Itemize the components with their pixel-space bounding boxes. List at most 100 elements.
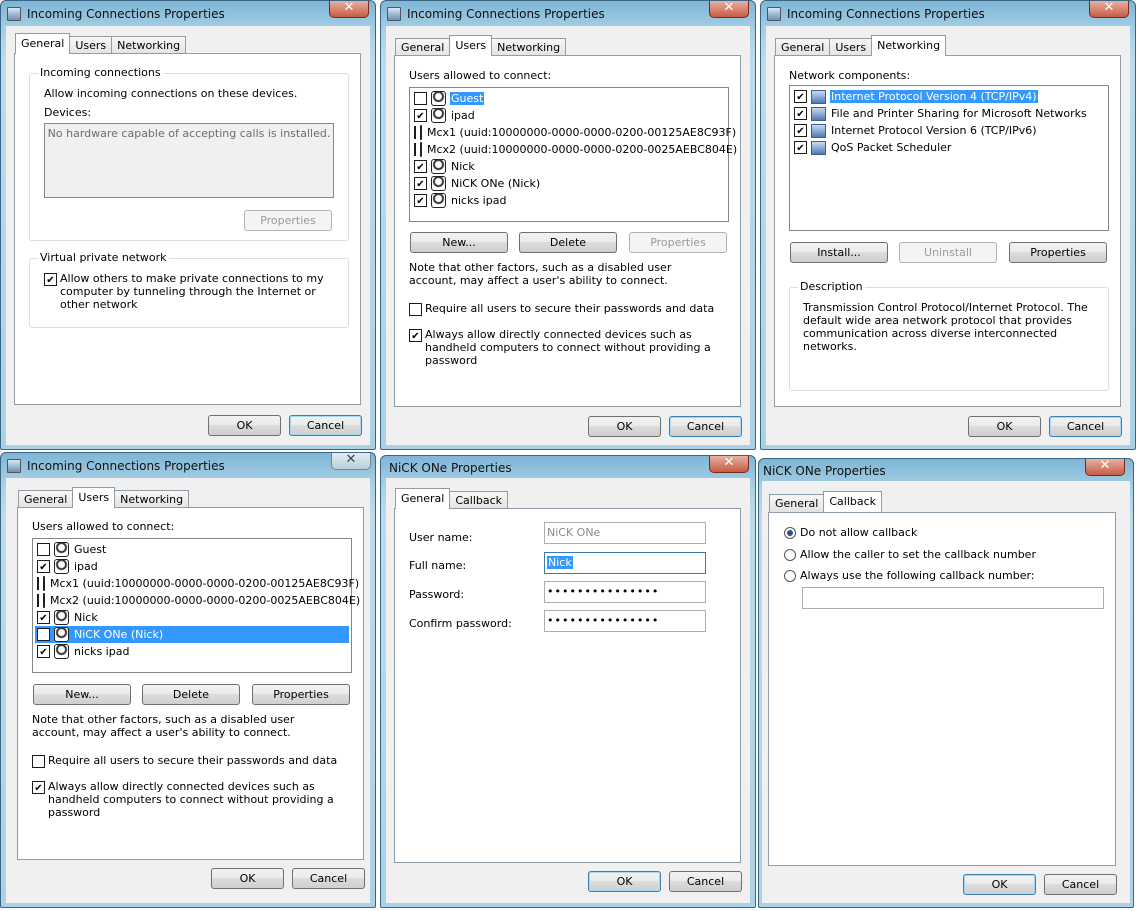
no-callback-radio[interactable] xyxy=(784,527,796,539)
list-item[interactable]: Guest xyxy=(35,541,349,558)
callback-number-field[interactable] xyxy=(802,587,1104,609)
delete-button[interactable]: Delete xyxy=(142,684,240,705)
cancel-button[interactable]: Cancel xyxy=(1049,416,1122,437)
tab-general[interactable]: General xyxy=(395,38,451,56)
tab-networking[interactable]: Networking xyxy=(111,36,187,54)
component-checkbox[interactable] xyxy=(794,141,807,154)
ok-button[interactable]: OK xyxy=(963,874,1036,895)
component-checkbox[interactable] xyxy=(794,90,807,103)
properties-button[interactable]: Properties xyxy=(1009,242,1107,263)
tab-users[interactable]: Users xyxy=(449,35,493,56)
user-icon xyxy=(431,193,446,208)
user-checkbox[interactable] xyxy=(37,560,50,573)
cancel-button[interactable]: Cancel xyxy=(292,868,365,889)
users-list[interactable]: Guest ipad Mcx1 (uuid:10000000-0000-0000… xyxy=(409,87,737,222)
list-item[interactable]: QoS Packet Scheduler xyxy=(792,139,1106,156)
close-button[interactable]: ✕ xyxy=(329,1,369,18)
tab-general[interactable]: General xyxy=(395,488,451,509)
list-item[interactable]: NiCK ONe (Nick) xyxy=(35,626,349,643)
require-secure-checkbox[interactable] xyxy=(32,755,45,768)
user-checkbox[interactable] xyxy=(414,177,427,190)
list-item[interactable]: Guest xyxy=(412,90,726,107)
new-button[interactable]: New... xyxy=(410,232,508,253)
close-button[interactable]: ✕ xyxy=(709,1,749,18)
list-item[interactable]: Mcx1 (uuid:10000000-0000-0000-0200-00125… xyxy=(412,124,736,141)
password-field[interactable]: ••••••••••••••• xyxy=(544,581,706,603)
list-item[interactable]: Nick xyxy=(35,609,349,626)
list-item[interactable]: NiCK ONe (Nick) xyxy=(412,175,726,192)
list-item[interactable]: Internet Protocol Version 4 (TCP/IPv4) xyxy=(792,88,1106,105)
fullname-value: Nick xyxy=(547,556,573,569)
uninstall-button[interactable]: Uninstall xyxy=(899,242,997,263)
username-field[interactable]: NiCK ONe xyxy=(544,522,706,544)
tab-networking[interactable]: Networking xyxy=(114,490,190,508)
tab-general[interactable]: General xyxy=(769,494,825,512)
list-item[interactable]: nicks ipad xyxy=(412,192,726,209)
user-checkbox[interactable] xyxy=(414,92,427,105)
network-app-icon xyxy=(7,459,21,473)
user-checkbox[interactable] xyxy=(37,543,50,556)
ok-button[interactable]: OK xyxy=(211,868,284,889)
ok-button[interactable]: OK xyxy=(208,415,281,436)
users-list[interactable]: Guest ipad Mcx1 (uuid:10000000-0000-0000… xyxy=(32,538,360,673)
ok-button[interactable]: OK xyxy=(588,871,661,892)
always-allow-checkbox[interactable] xyxy=(32,781,45,794)
user-checkbox[interactable] xyxy=(37,594,39,607)
install-button[interactable]: Install... xyxy=(790,242,888,263)
require-secure-checkbox[interactable] xyxy=(409,303,422,316)
tab-general[interactable]: General xyxy=(15,33,71,54)
new-button[interactable]: New... xyxy=(33,684,131,705)
user-checkbox[interactable] xyxy=(414,160,427,173)
list-item[interactable]: Mcx2 (uuid:10000000-0000-0000-0200-0025A… xyxy=(412,141,737,158)
list-item[interactable]: ipad xyxy=(35,558,349,575)
confirm-password-field[interactable]: ••••••••••••••• xyxy=(544,610,706,632)
user-checkbox[interactable] xyxy=(414,109,427,122)
cancel-button[interactable]: Cancel xyxy=(669,416,742,437)
tab-users[interactable]: Users xyxy=(69,36,113,54)
caller-sets-radio[interactable] xyxy=(784,549,796,561)
delete-button[interactable]: Delete xyxy=(519,232,617,253)
tab-callback[interactable]: Callback xyxy=(823,491,883,512)
component-checkbox[interactable] xyxy=(794,124,807,137)
devices-list[interactable]: No hardware capable of accepting calls i… xyxy=(44,123,334,198)
user-checkbox[interactable] xyxy=(37,577,39,590)
user-checkbox[interactable] xyxy=(414,126,416,139)
user-checkbox[interactable] xyxy=(414,143,416,156)
close-button[interactable]: ✕ xyxy=(1085,459,1125,476)
list-item[interactable]: nicks ipad xyxy=(35,643,349,660)
properties-button[interactable]: Properties xyxy=(252,684,350,705)
cancel-button[interactable]: Cancel xyxy=(669,871,742,892)
components-list[interactable]: Internet Protocol Version 4 (TCP/IPv4) F… xyxy=(789,85,1109,231)
user-checkbox[interactable] xyxy=(37,611,50,624)
properties-button[interactable]: Properties xyxy=(244,210,332,231)
list-item[interactable]: Mcx1 (uuid:10000000-0000-0000-0200-00125… xyxy=(35,575,359,592)
list-item[interactable]: ipad xyxy=(412,107,726,124)
close-button[interactable]: ✕ xyxy=(331,453,371,470)
close-button[interactable]: ✕ xyxy=(709,456,749,473)
tab-general[interactable]: General xyxy=(18,490,74,508)
fullname-field[interactable]: Nick xyxy=(544,552,706,574)
vpn-checkbox[interactable] xyxy=(44,273,57,286)
always-number-radio[interactable] xyxy=(784,570,796,582)
cancel-button[interactable]: Cancel xyxy=(289,415,362,436)
list-item[interactable]: File and Printer Sharing for Microsoft N… xyxy=(792,105,1106,122)
always-allow-checkbox[interactable] xyxy=(409,329,422,342)
component-checkbox[interactable] xyxy=(794,107,807,120)
user-checkbox[interactable] xyxy=(414,194,427,207)
user-checkbox[interactable] xyxy=(37,628,50,641)
tab-networking[interactable]: Networking xyxy=(871,35,947,56)
ok-button[interactable]: OK xyxy=(588,416,661,437)
user-checkbox[interactable] xyxy=(37,645,50,658)
tab-users[interactable]: Users xyxy=(72,487,116,508)
cancel-button[interactable]: Cancel xyxy=(1044,874,1117,895)
list-item[interactable]: Internet Protocol Version 6 (TCP/IPv6) xyxy=(792,122,1106,139)
tab-general[interactable]: General xyxy=(775,38,831,56)
list-item[interactable]: Nick xyxy=(412,158,726,175)
tab-users[interactable]: Users xyxy=(829,38,873,56)
properties-button[interactable]: Properties xyxy=(629,232,727,253)
ok-button[interactable]: OK xyxy=(968,416,1041,437)
tab-networking[interactable]: Networking xyxy=(491,38,567,56)
list-item[interactable]: Mcx2 (uuid:10000000-0000-0000-0200-0025A… xyxy=(35,592,360,609)
close-button[interactable]: ✕ xyxy=(1089,1,1129,18)
tab-callback[interactable]: Callback xyxy=(449,491,509,509)
